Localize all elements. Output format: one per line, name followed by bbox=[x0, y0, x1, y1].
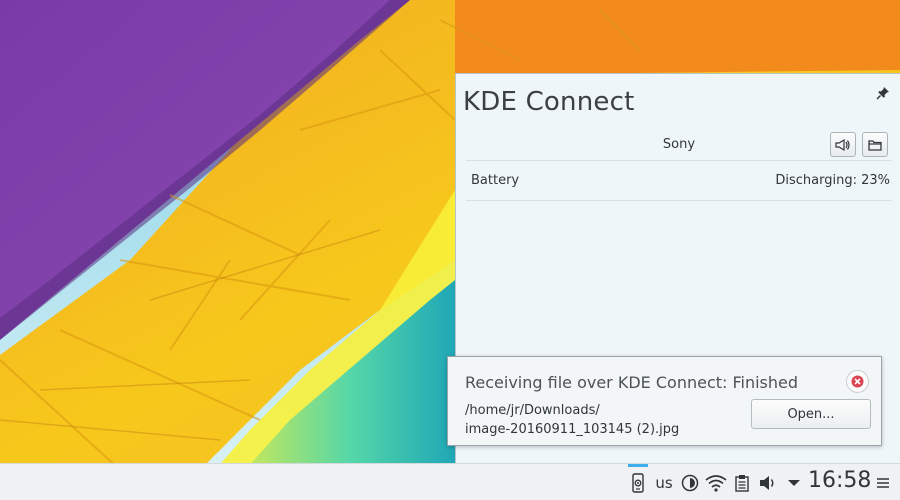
device-row: Sony bbox=[466, 130, 892, 161]
panel-menu-button[interactable] bbox=[875, 473, 891, 493]
battery-row: Battery Discharging: 23% bbox=[466, 168, 892, 201]
folder-icon bbox=[868, 139, 882, 151]
digital-clock[interactable]: 16:58 bbox=[808, 468, 871, 493]
taskbar-panel: us 16:58 bbox=[0, 463, 900, 500]
clipboard-icon bbox=[735, 475, 749, 492]
browse-device-button[interactable] bbox=[862, 132, 888, 157]
wifi-icon bbox=[705, 475, 727, 492]
circle-status-icon bbox=[681, 474, 699, 492]
close-icon bbox=[851, 375, 864, 388]
pin-icon[interactable] bbox=[876, 85, 890, 100]
notification-title: Receiving file over KDE Connect: Finishe… bbox=[465, 373, 799, 392]
expand-tray-button[interactable] bbox=[786, 473, 802, 493]
battery-status: Discharging: 23% bbox=[775, 173, 890, 188]
keyboard-layout-button[interactable]: us bbox=[653, 473, 675, 493]
ring-phone-icon bbox=[835, 138, 850, 151]
file-path-line-2: image-20160911_103145 (2).jpg bbox=[465, 422, 680, 437]
file-received-notification: Receiving file over KDE Connect: Finishe… bbox=[447, 356, 882, 446]
network-tray-button[interactable] bbox=[705, 473, 727, 493]
popup-title: KDE Connect bbox=[463, 87, 635, 117]
battery-label: Battery bbox=[471, 173, 520, 188]
volume-icon bbox=[760, 476, 774, 490]
hamburger-menu-icon bbox=[877, 478, 889, 488]
notification-file-path: /home/jr/Downloads/ image-20160911_10314… bbox=[465, 401, 679, 439]
active-indicator bbox=[628, 464, 648, 467]
volume-tray-button[interactable] bbox=[758, 473, 778, 493]
clipboard-tray-button[interactable] bbox=[733, 473, 751, 493]
device-name: Sony bbox=[662, 137, 696, 152]
kdeconnect-tray-button[interactable] bbox=[628, 473, 648, 493]
status-tray-button[interactable] bbox=[680, 473, 700, 493]
close-notification-button[interactable] bbox=[846, 370, 869, 393]
open-file-button[interactable]: Open... bbox=[751, 399, 871, 429]
kdeconnect-icon bbox=[632, 473, 644, 493]
expand-tray-icon bbox=[788, 480, 800, 486]
ring-device-button[interactable] bbox=[830, 132, 856, 157]
file-path-line-1: /home/jr/Downloads/ bbox=[465, 403, 600, 418]
